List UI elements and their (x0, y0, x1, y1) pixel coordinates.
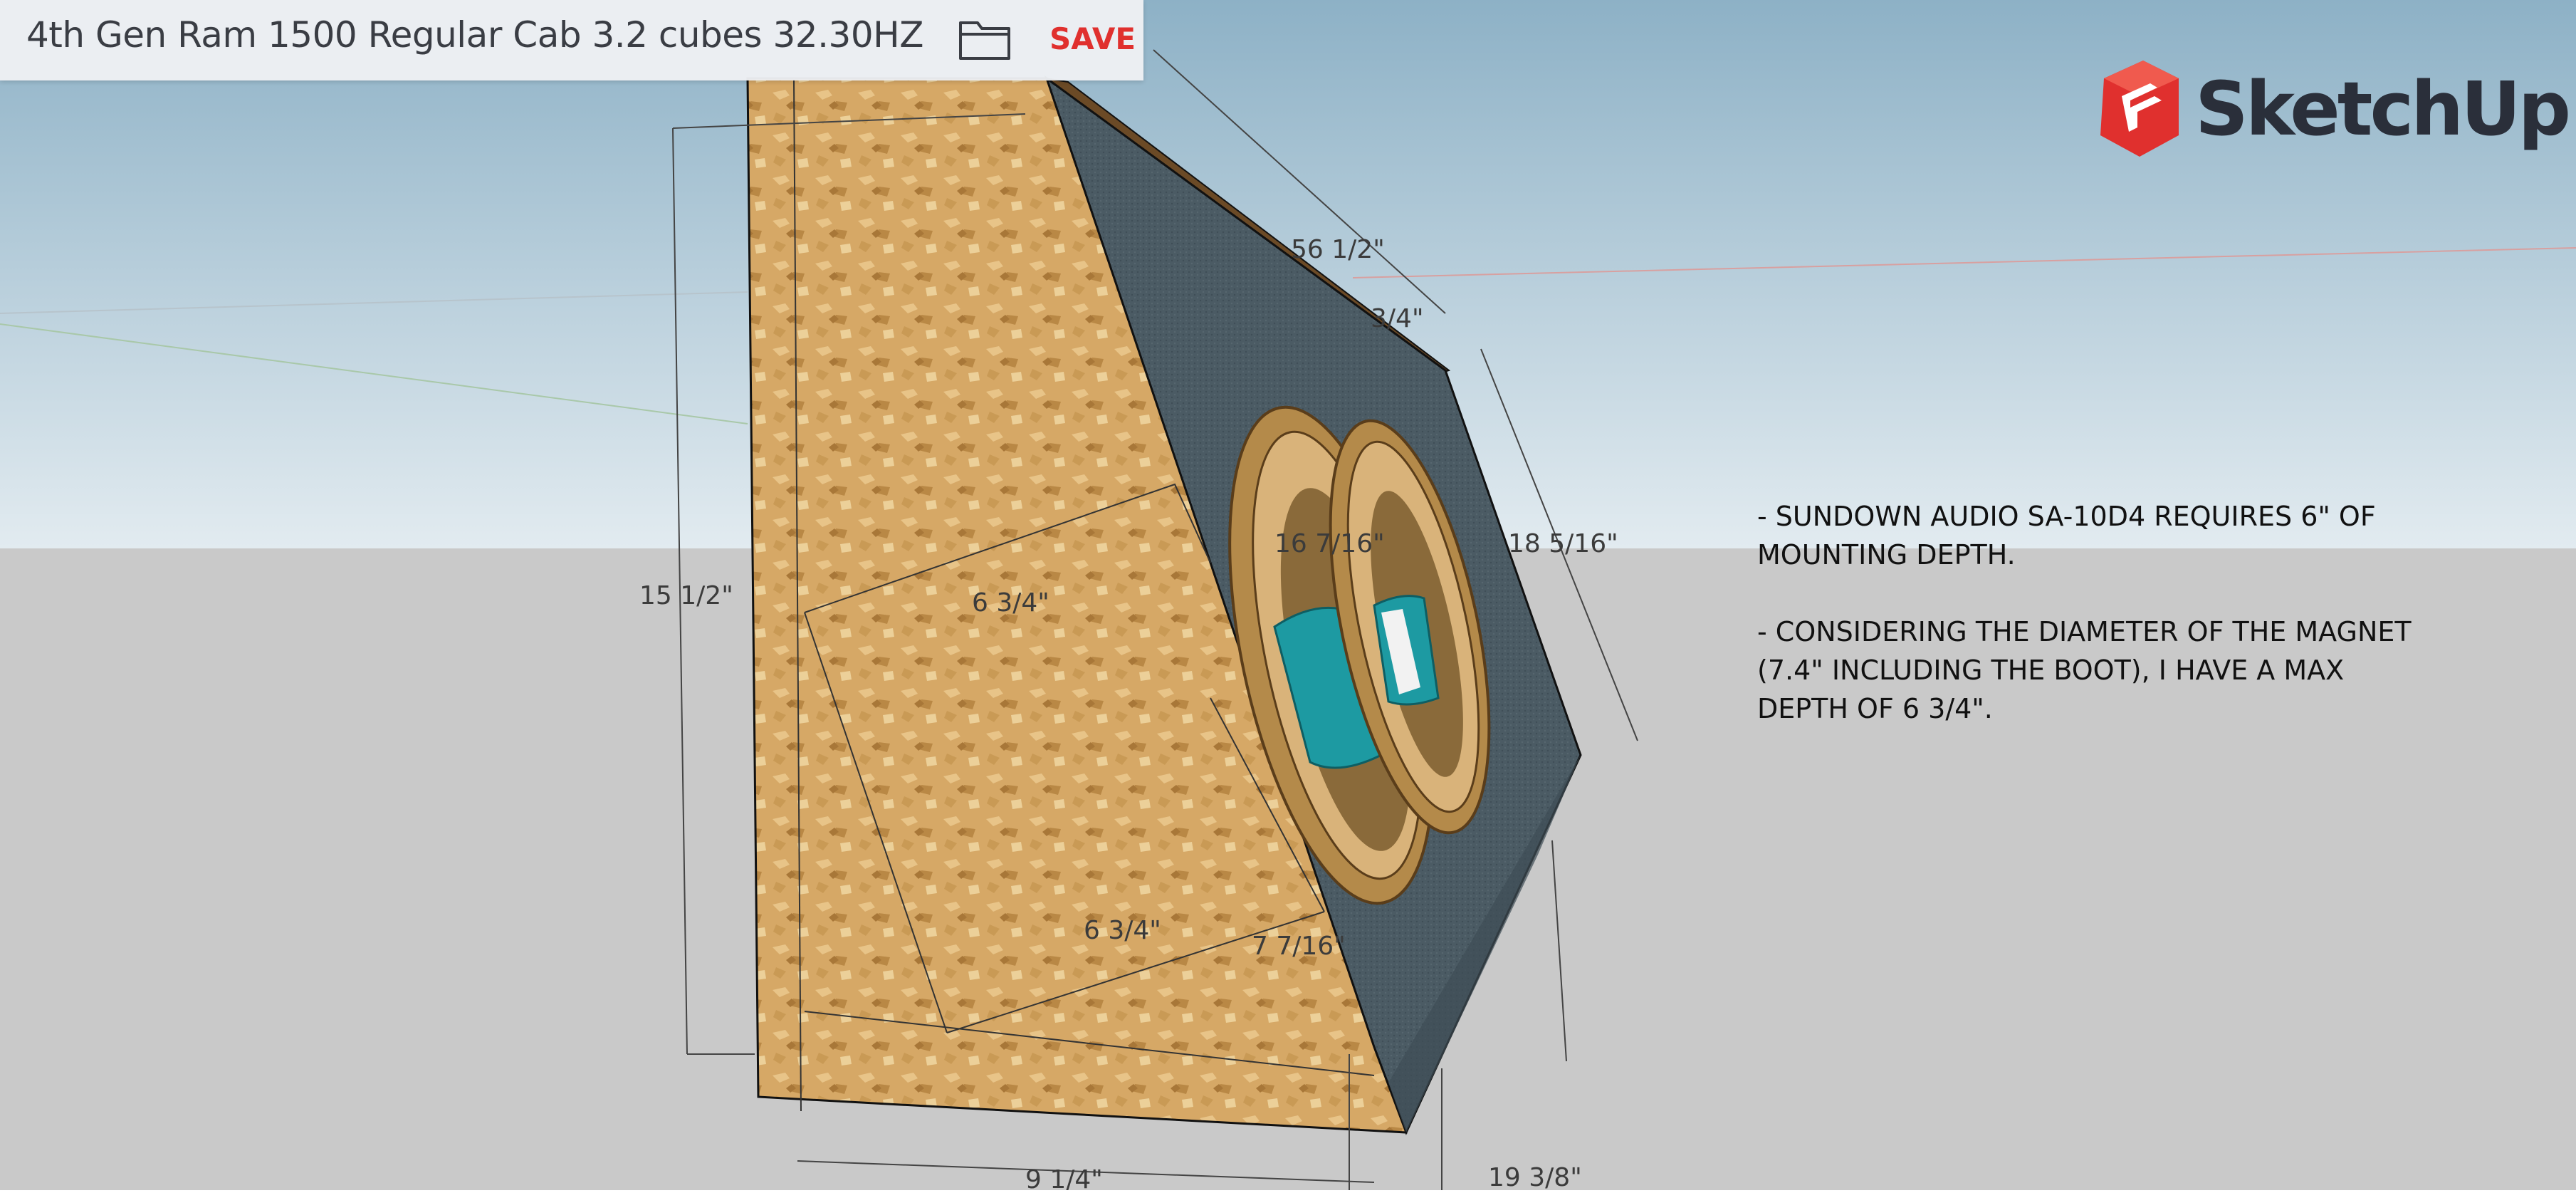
dim-baffle-inner: 16 7/16" (1274, 529, 1385, 558)
dim-left-height: 15 1/2" (639, 581, 733, 610)
dim-bottom-offset: 7 7/16" (1252, 932, 1346, 961)
dim-inner-depth-lower: 6 3/4" (1084, 916, 1161, 945)
note-magnet-diameter: - CONSIDERING THE DIAMETER OF THE MAGNET… (1757, 616, 2412, 724)
notes-annotation: - SUNDOWN AUDIO SA-10D4 REQUIRES 6" OF M… (1757, 497, 2441, 766)
sketchup-wordmark: SketchUp (2195, 66, 2571, 152)
dim-bottom-width: 9 1/4" (1025, 1165, 1103, 1190)
document-title: 4th Gen Ram 1500 Regular Cab 3.2 cubes 3… (26, 14, 923, 56)
dim-baffle-height: 18 5/16" (1508, 529, 1618, 558)
note-mounting-depth: - SUNDOWN AUDIO SA-10D4 REQUIRES 6" OF M… (1757, 501, 2376, 571)
dim-top-length: 56 1/2" (1291, 235, 1385, 264)
dim-bottom-depth: 19 3/8" (1488, 1163, 1582, 1190)
sketchup-logo-icon (2100, 61, 2179, 157)
folder-icon[interactable] (958, 16, 1012, 63)
file-title-bar: 4th Gen Ram 1500 Regular Cab 3.2 cubes 3… (0, 0, 1143, 80)
dim-top-thickness: 3/4" (1371, 304, 1424, 333)
save-button[interactable]: SAVE (1049, 21, 1136, 56)
dim-inner-depth-upper: 6 3/4" (972, 588, 1049, 618)
